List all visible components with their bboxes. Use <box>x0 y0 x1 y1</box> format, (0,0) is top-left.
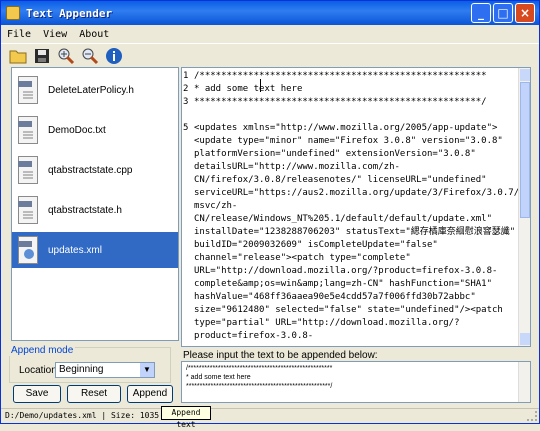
chevron-down-icon[interactable]: ▼ <box>140 363 154 377</box>
file-name: qtabstractstate.cpp <box>48 164 133 176</box>
file-name: DemoDoc.txt <box>48 124 106 136</box>
tooltip: Append text <box>161 406 211 429</box>
title-bar[interactable]: Text Appender _ □ × <box>1 1 539 25</box>
document-icon <box>18 76 38 104</box>
xml-file-icon <box>18 236 38 264</box>
append-mode-label: Append mode <box>9 345 76 356</box>
location-value: Beginning <box>59 364 104 375</box>
file-item-selected[interactable]: updates.xml <box>12 232 178 268</box>
location-select[interactable]: Beginning ▼ <box>55 362 155 378</box>
toolbar <box>1 43 539 67</box>
scroll-thumb[interactable] <box>520 82 530 218</box>
status-bar: D:/Demo/updates.xml | Size: 1035 Bytes <box>1 408 539 423</box>
menu-bar: File View About <box>1 25 539 43</box>
menu-about[interactable]: About <box>73 29 115 40</box>
line-number: 3 <box>183 97 189 107</box>
text-editor[interactable]: 1 2 3 5 /*******************************… <box>181 67 531 347</box>
location-label: Location: <box>19 365 60 376</box>
app-window: Text Appender _ □ × File View About Dele… <box>0 0 540 429</box>
document-icon <box>18 156 38 184</box>
reset-button[interactable]: Reset <box>67 385 121 403</box>
line-number: 5 <box>183 123 189 133</box>
minimize-button[interactable]: _ <box>471 3 491 23</box>
info-icon[interactable] <box>103 45 125 67</box>
resize-grip-icon[interactable] <box>527 411 537 421</box>
window-title: Text Appender <box>26 6 113 20</box>
scroll-down-icon[interactable] <box>520 333 530 345</box>
append-text-input[interactable]: /***************************************… <box>181 361 531 403</box>
text-file-icon <box>18 116 38 144</box>
line-number: 2 <box>183 84 189 94</box>
menu-file[interactable]: File <box>1 29 37 40</box>
app-icon <box>6 6 20 20</box>
editor-content[interactable]: /***************************************… <box>194 70 518 344</box>
save-button[interactable]: Save <box>13 385 61 403</box>
folder-open-icon[interactable] <box>7 45 29 67</box>
file-name: updates.xml <box>48 244 102 256</box>
file-name: DeleteLaterPolicy.h <box>48 84 134 96</box>
text-cursor <box>260 79 261 92</box>
file-item[interactable]: qtabstractstate.cpp <box>12 152 178 188</box>
file-item[interactable]: DemoDoc.txt <box>12 112 178 148</box>
menu-view[interactable]: View <box>37 29 73 40</box>
line-number: 1 <box>183 71 189 81</box>
close-button[interactable]: × <box>515 3 535 23</box>
append-text[interactable]: /***************************************… <box>186 364 516 391</box>
scroll-up-icon[interactable] <box>520 69 530 81</box>
file-list[interactable]: DeleteLaterPolicy.h DemoDoc.txt qtabstra… <box>11 67 179 341</box>
file-item[interactable]: qtabstractstate.h <box>12 192 178 228</box>
document-icon <box>18 196 38 224</box>
zoom-in-icon[interactable] <box>55 45 77 67</box>
append-scrollbar[interactable] <box>518 362 530 402</box>
append-button[interactable]: Append <box>127 385 173 403</box>
zoom-out-icon[interactable] <box>79 45 101 67</box>
file-item[interactable]: DeleteLaterPolicy.h <box>12 72 178 108</box>
append-input-label: Please input the text to be appended bel… <box>183 350 378 361</box>
line-number-gutter: 1 2 3 5 <box>182 68 193 346</box>
editor-scrollbar[interactable] <box>518 68 530 346</box>
save-icon[interactable] <box>31 45 53 67</box>
file-name: qtabstractstate.h <box>48 204 122 216</box>
maximize-button[interactable]: □ <box>493 3 513 23</box>
